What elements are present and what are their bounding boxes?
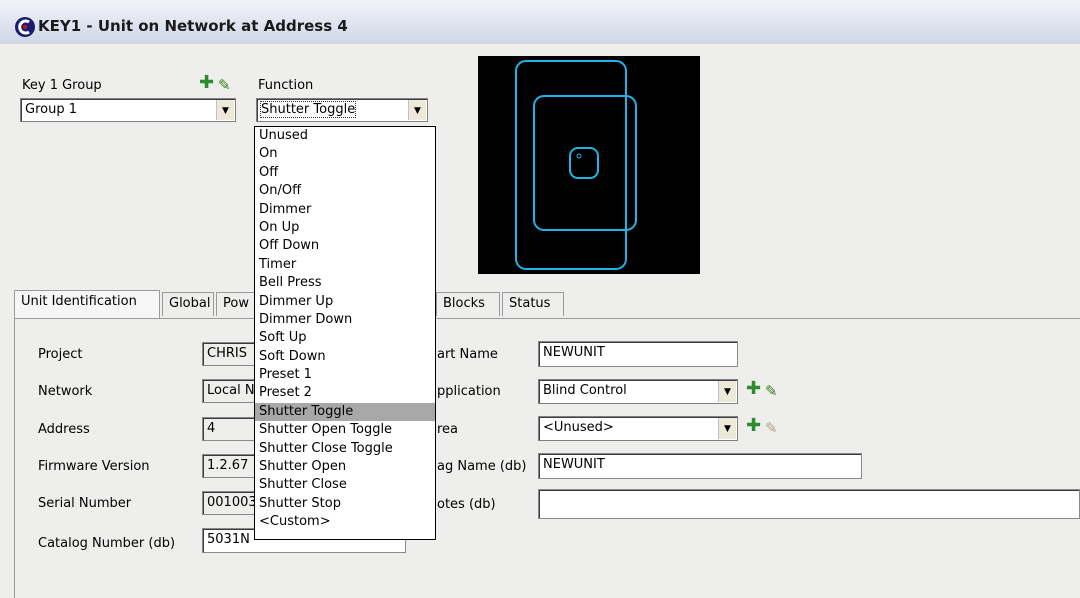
app-logo-icon [15, 17, 35, 37]
key-preview [478, 56, 700, 274]
function-label: Function [258, 78, 314, 93]
function-option[interactable]: Dimmer [255, 201, 435, 219]
function-option[interactable]: Soft Up [255, 329, 435, 347]
serial-number-field[interactable]: 001003 [202, 491, 262, 515]
tab-power[interactable]: Pow [216, 292, 256, 316]
key-group-label: Key 1 Group [22, 78, 102, 93]
edit-application-pencil-icon[interactable]: ✎ [765, 383, 778, 399]
function-option[interactable]: Shutter Toggle [255, 402, 435, 422]
notes-label: otes (db) [437, 497, 496, 512]
function-option[interactable]: On/Off [255, 182, 435, 200]
function-option[interactable]: Shutter Close Toggle [255, 440, 435, 458]
function-option[interactable]: Off [255, 164, 435, 182]
key-group-value: Group 1 [25, 102, 77, 117]
function-option[interactable]: Off Down [255, 237, 435, 255]
chevron-down-icon[interactable]: ▼ [408, 100, 426, 120]
edit-area-pencil-icon[interactable]: ✎ [765, 420, 778, 436]
function-option[interactable]: Shutter Close [255, 476, 435, 494]
address-label: Address [38, 422, 90, 437]
application-label: pplication [437, 384, 501, 399]
application-value: Blind Control [543, 383, 627, 398]
key-preview-graphic [515, 60, 637, 270]
function-option[interactable]: Dimmer Up [255, 293, 435, 311]
tab-blocks[interactable]: Blocks [436, 292, 500, 316]
tab-bar: Unit Identification Global Pow Blocks St… [14, 290, 1080, 319]
function-option[interactable]: <Custom> [255, 513, 435, 531]
project-field[interactable]: CHRIS [202, 342, 262, 366]
tab-label: Blocks [443, 296, 485, 311]
catalog-number-label: Catalog Number (db) [38, 536, 176, 551]
function-option[interactable]: Unused [255, 127, 435, 145]
function-option[interactable]: Shutter Open [255, 458, 435, 476]
function-select[interactable]: Shutter Toggle ▼ [256, 98, 428, 122]
tab-label: Status [509, 296, 551, 311]
tab-status[interactable]: Status [502, 292, 564, 316]
chevron-down-icon[interactable]: ▼ [718, 418, 736, 439]
tab-label: Unit Identification [21, 294, 137, 309]
chevron-down-icon[interactable]: ▼ [718, 381, 736, 402]
title-bar: KEY1 - Unit on Network at Address 4 [0, 0, 1080, 44]
serial-number-label: Serial Number [38, 496, 132, 511]
part-name-field[interactable]: NEWUNIT [538, 341, 738, 367]
tag-name-field[interactable]: NEWUNIT [538, 453, 862, 479]
network-field[interactable]: Local N [202, 379, 262, 403]
function-option[interactable]: Timer [255, 256, 435, 274]
tab-label: Global [169, 296, 211, 311]
function-option[interactable]: Bell Press [255, 274, 435, 292]
function-option[interactable]: Preset 1 [255, 366, 435, 384]
tab-global[interactable]: Global [162, 292, 214, 316]
function-value: Shutter Toggle [259, 101, 357, 118]
part-name-label: art Name [437, 347, 498, 362]
function-option[interactable]: Soft Down [255, 348, 435, 366]
firmware-version-label: Firmware Version [38, 459, 150, 474]
function-option[interactable]: Shutter Stop [255, 495, 435, 513]
function-option[interactable]: On Up [255, 219, 435, 237]
address-field[interactable]: 4 [202, 417, 262, 441]
function-option[interactable]: Dimmer Down [255, 311, 435, 329]
add-area-plus-icon[interactable]: ✚ [746, 417, 761, 435]
network-label: Network [38, 384, 93, 399]
tab-label: Pow [223, 296, 249, 311]
edit-group-pencil-icon[interactable]: ✎ [218, 77, 231, 93]
function-option[interactable]: Shutter Open Toggle [255, 421, 435, 439]
window-title: KEY1 - Unit on Network at Address 4 [38, 17, 348, 35]
firmware-version-field[interactable]: 1.2.67 [202, 454, 262, 478]
area-select[interactable]: <Unused> ▼ [538, 416, 738, 441]
function-option[interactable]: On [255, 145, 435, 163]
add-group-plus-icon[interactable]: ✚ [199, 74, 214, 92]
application-select[interactable]: Blind Control ▼ [538, 379, 738, 404]
area-value: <Unused> [543, 420, 614, 435]
function-dropdown-list[interactable]: Unused On Off On/Off Dimmer On Up Off Down Time… [254, 126, 436, 540]
function-option[interactable]: Preset 2 [255, 384, 435, 402]
tag-name-label: ag Name (db) [437, 459, 527, 474]
tab-unit-identification[interactable]: Unit Identification [14, 290, 160, 318]
key-group-select[interactable]: Group 1 ▼ [20, 98, 236, 122]
add-application-plus-icon[interactable]: ✚ [746, 380, 761, 398]
notes-field[interactable] [538, 489, 1080, 519]
area-label: rea [437, 422, 459, 437]
project-label: Project [38, 347, 83, 362]
chevron-down-icon[interactable]: ▼ [216, 100, 234, 120]
